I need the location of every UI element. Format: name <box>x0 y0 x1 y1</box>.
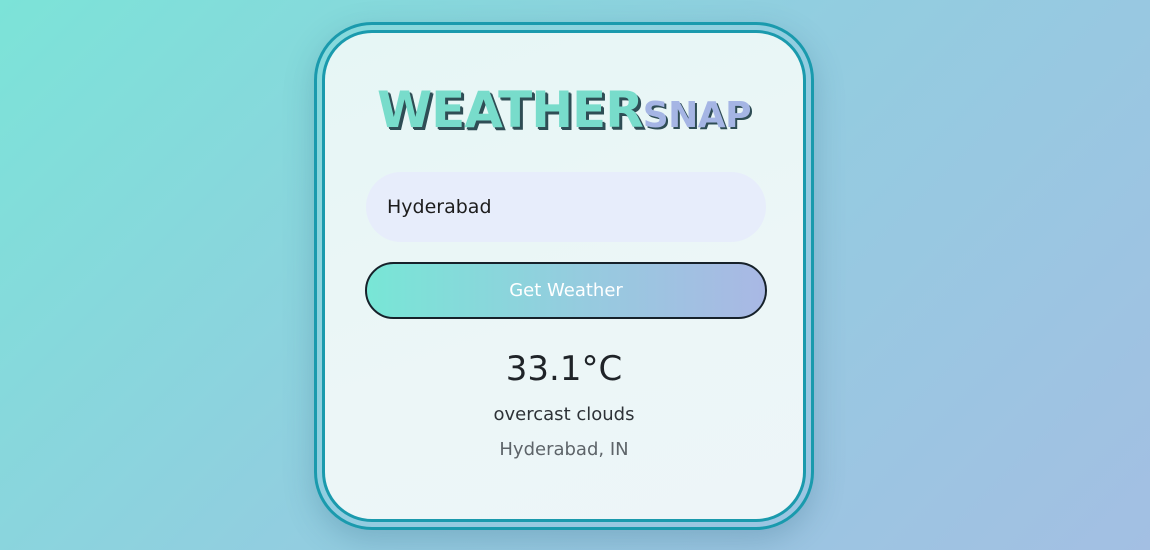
get-weather-button[interactable]: Get Weather <box>365 262 767 319</box>
location-label: Hyderabad, IN <box>499 439 629 460</box>
weather-card: WEATHERSNAP Get Weather 33.1°C overcast … <box>322 30 806 522</box>
weather-description: overcast clouds <box>493 404 635 425</box>
weather-card-frame: WEATHERSNAP Get Weather 33.1°C overcast … <box>314 22 814 530</box>
city-search-input[interactable] <box>366 172 766 242</box>
temperature-value: 33.1°C <box>505 349 623 389</box>
app-title: WEATHERSNAP <box>325 85 803 135</box>
app-title-accent: SNAP <box>642 95 752 136</box>
app-title-main: WEATHER <box>376 81 644 139</box>
